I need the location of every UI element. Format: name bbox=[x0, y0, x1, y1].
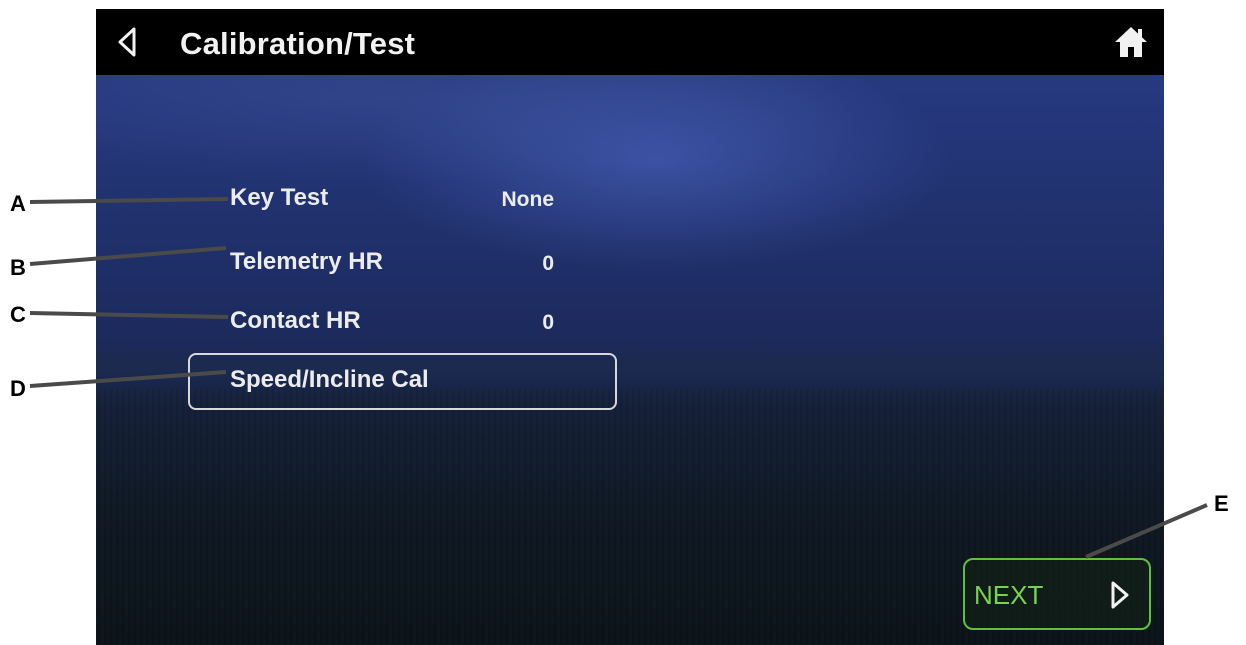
speed-incline-cal-label: Speed/Incline Cal bbox=[230, 366, 429, 393]
next-button[interactable]: NEXT bbox=[963, 558, 1151, 630]
console-screen: Calibration/Test Key Test None Telemetry… bbox=[96, 9, 1164, 645]
back-triangle-icon[interactable] bbox=[116, 25, 140, 59]
contact-hr-label: Contact HR bbox=[230, 307, 361, 334]
key-test-label: Key Test bbox=[230, 184, 329, 211]
callout-label-a: A bbox=[10, 191, 26, 216]
page-title: Calibration/Test bbox=[180, 26, 416, 61]
callout-label-d: D bbox=[10, 376, 26, 401]
next-triangle-icon bbox=[1111, 581, 1129, 609]
telemetry-hr-value: 0 bbox=[542, 252, 554, 275]
callout-label-b: B bbox=[10, 255, 26, 280]
callout-label-c: C bbox=[10, 302, 26, 327]
speed-incline-cal-button[interactable]: Speed/Incline Cal bbox=[188, 353, 617, 410]
telemetry-hr-label: Telemetry HR bbox=[230, 248, 383, 275]
key-test-value: None bbox=[501, 188, 555, 211]
next-label: NEXT bbox=[974, 580, 1044, 610]
title-bar: Calibration/Test bbox=[96, 9, 1164, 75]
contact-hr-value: 0 bbox=[542, 311, 554, 334]
callout-label-e: E bbox=[1214, 491, 1229, 516]
home-icon[interactable] bbox=[1113, 25, 1149, 59]
